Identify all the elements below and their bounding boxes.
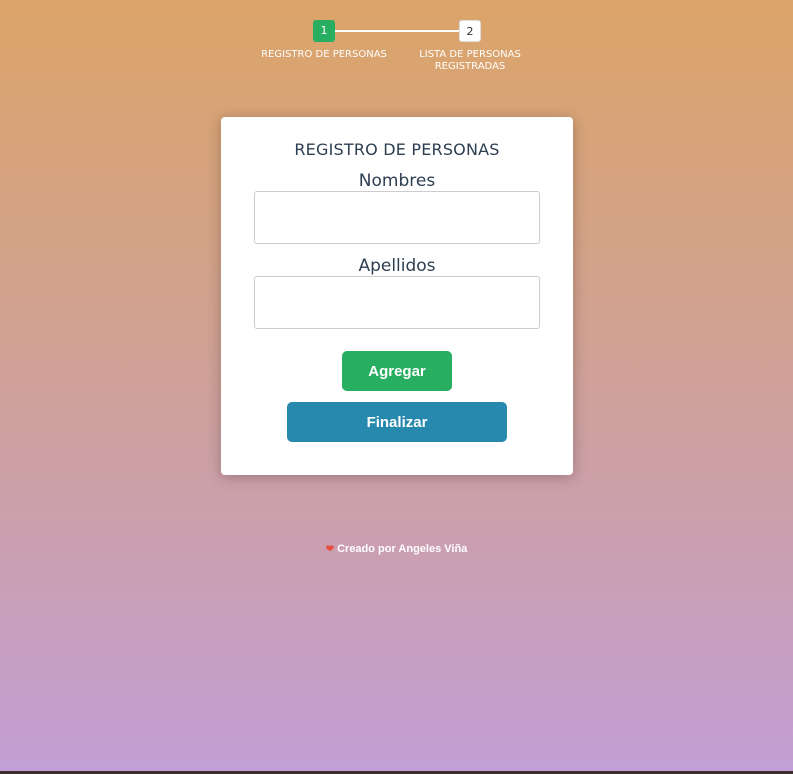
step-2-label: LISTA DE PERSONAS REGISTRADAS [419,49,521,72]
registration-card: REGISTRO DE PERSONAS Nombres Apellidos A… [221,117,573,475]
footer-text: Creado por Angeles Viña [337,543,468,555]
step-2-indicator[interactable]: 2 [459,20,481,42]
step-1-label: REGISTRO DE PERSONAS [261,49,387,60]
finish-button[interactable]: Finalizar [287,402,507,442]
nombres-input[interactable] [254,191,540,244]
stepper-connector [335,30,459,32]
apellidos-label: Apellidos [358,256,436,276]
apellidos-input[interactable] [254,276,540,329]
add-button[interactable]: Agregar [342,351,452,391]
heart-icon: ❤ [325,544,335,555]
step-1-indicator[interactable]: 1 [313,20,335,42]
footer-credit: ❤ Creado por Angeles Viña [0,543,793,555]
nombres-label: Nombres [358,171,436,191]
form-title: REGISTRO DE PERSONAS [294,140,500,159]
progress-stepper: 1 2 REGISTRO DE PERSONAS LISTA DE PERSON… [0,10,793,72]
